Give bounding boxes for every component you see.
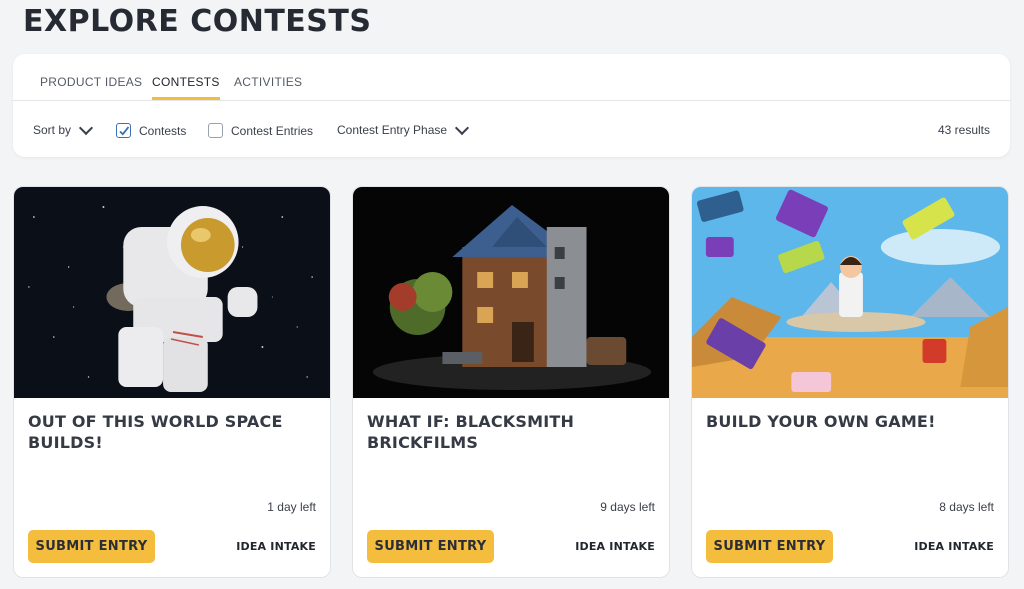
contest-phase: IDEA INTAKE: [914, 540, 994, 553]
contests-filter-label: Contests: [139, 123, 187, 138]
time-left: 9 days left: [600, 500, 655, 514]
chevron-down-icon: [78, 120, 94, 136]
contest-title[interactable]: OUT OF THIS WORLD SPACE BUILDS!: [28, 411, 308, 453]
contests-filter[interactable]: Contests: [116, 123, 186, 138]
contest-title[interactable]: WHAT IF: BLACKSMITH BRICKFILMS: [367, 411, 647, 453]
blacksmith-shop-set-image: [353, 187, 669, 398]
checkmark-icon: [118, 125, 129, 136]
contest-entry-phase-dropdown[interactable]: Contest Entry Phase: [337, 120, 470, 137]
results-count: 43 results: [937, 123, 990, 137]
time-left: 1 day left: [267, 500, 316, 514]
game-bricks-scene-image: [692, 187, 1008, 398]
chevron-down-icon: [454, 120, 470, 136]
contest-phase: IDEA INTAKE: [575, 540, 655, 553]
contest-card[interactable]: WHAT IF: BLACKSMITH BRICKFILMS 9 days le…: [352, 186, 670, 578]
contest-entries-filter[interactable]: Contest Entries: [208, 123, 313, 138]
tab-contests[interactable]: CONTESTS: [152, 75, 220, 100]
contest-entry-phase-label: Contest Entry Phase: [337, 123, 448, 137]
page-title: EXPLORE CONTESTS: [23, 4, 372, 39]
astronaut-minifigure-image: [14, 187, 330, 398]
tab-activities[interactable]: ACTIVITIES: [234, 75, 302, 97]
tab-bar: PRODUCT IDEAS CONTESTS ACTIVITIES: [13, 54, 1010, 101]
sort-by-dropdown[interactable]: Sort by: [33, 120, 94, 137]
contests-checkbox[interactable]: [116, 123, 131, 138]
contest-card[interactable]: BUILD YOUR OWN GAME! 8 days left SUBMIT …: [691, 186, 1009, 578]
submit-entry-button[interactable]: SUBMIT ENTRY: [28, 530, 155, 563]
filter-bar: Sort by Contests Contest Entries Contest…: [13, 101, 1010, 157]
contest-entries-filter-label: Contest Entries: [231, 123, 314, 138]
tab-product-ideas[interactable]: PRODUCT IDEAS: [40, 75, 142, 97]
contest-entries-checkbox[interactable]: [208, 123, 223, 138]
contest-card[interactable]: OUT OF THIS WORLD SPACE BUILDS! 1 day le…: [13, 186, 331, 578]
submit-entry-button[interactable]: SUBMIT ENTRY: [367, 530, 494, 563]
contest-title[interactable]: BUILD YOUR OWN GAME!: [706, 411, 986, 432]
contest-phase: IDEA INTAKE: [236, 540, 316, 553]
filter-panel: PRODUCT IDEAS CONTESTS ACTIVITIES Sort b…: [13, 54, 1010, 157]
submit-entry-button[interactable]: SUBMIT ENTRY: [706, 530, 833, 563]
time-left: 8 days left: [939, 500, 994, 514]
sort-by-label: Sort by: [33, 123, 72, 137]
